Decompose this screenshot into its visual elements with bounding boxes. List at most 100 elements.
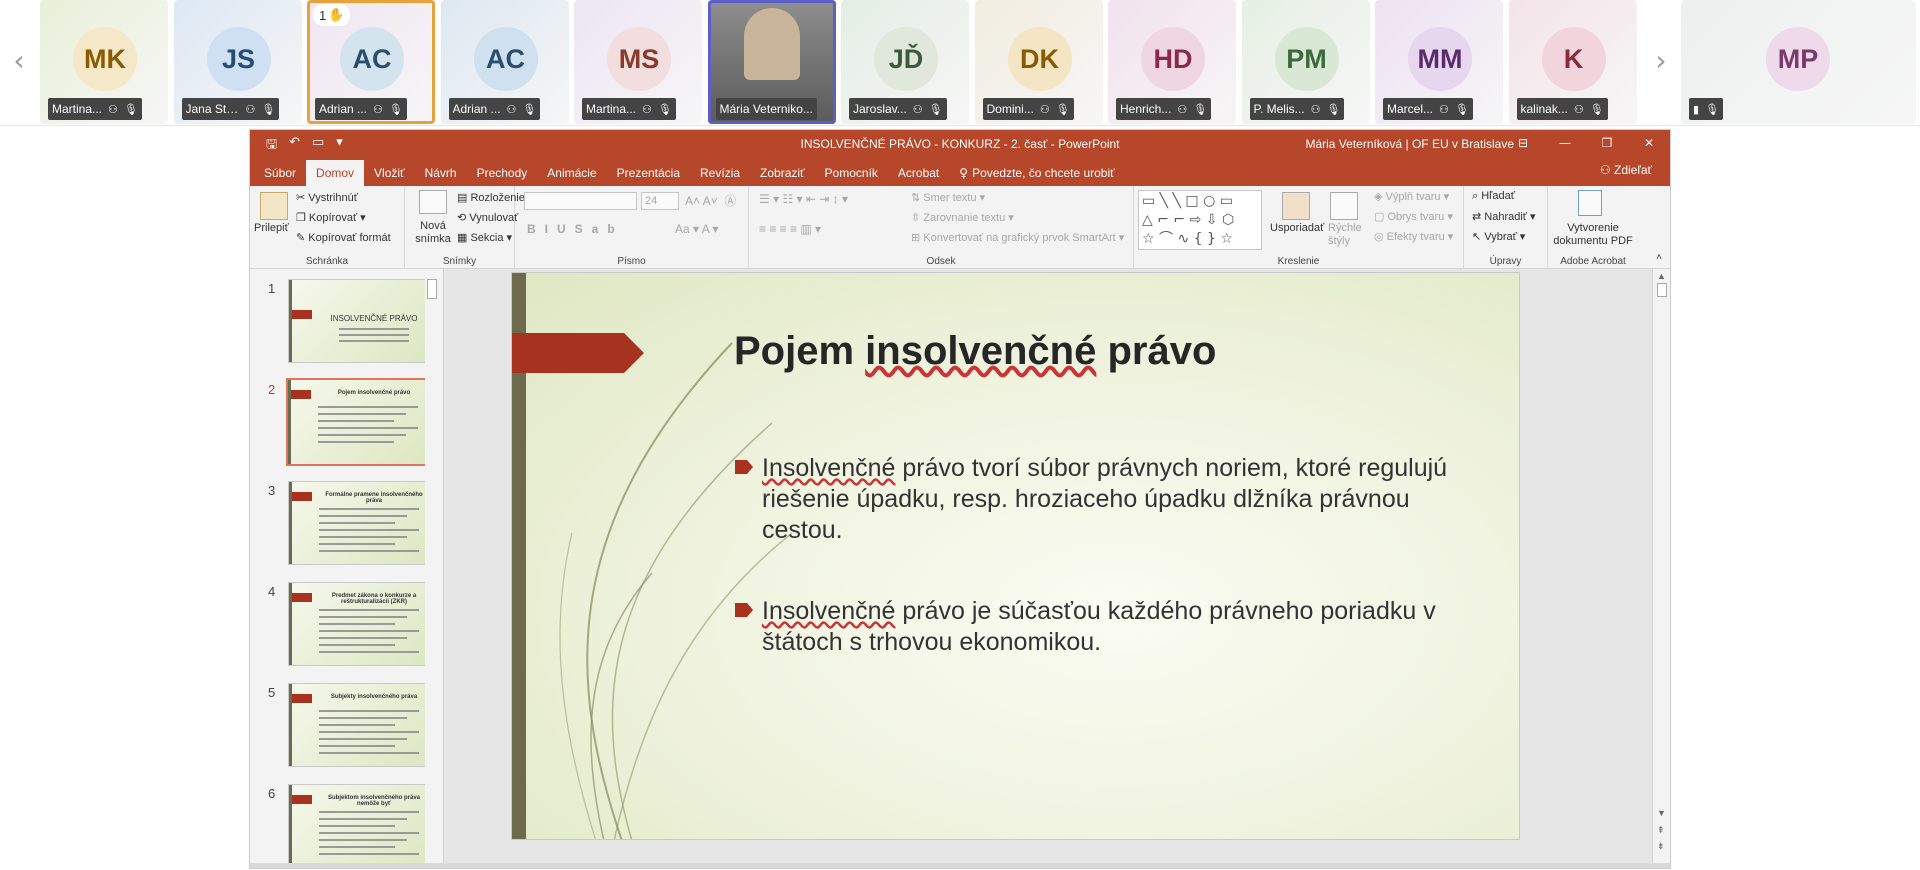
- participant-tile[interactable]: MS Martina... ⚇ 🎙: [574, 0, 702, 124]
- slide-scrollbar[interactable]: ▲ ▼ ⇞ ⇟: [1652, 269, 1670, 868]
- font-style-buttons[interactable]: BIUSab: [527, 222, 624, 236]
- slide-thumbnail[interactable]: Subjektom insolvenčného práva nemôže byť: [288, 784, 436, 868]
- find-button[interactable]: ⌕ Hľadať: [1472, 190, 1515, 203]
- font-color-buttons[interactable]: Aa ▾ A ▾: [675, 222, 718, 236]
- participant-tile[interactable]: Mária Veterniko...: [707, 0, 836, 124]
- scroll-down-icon[interactable]: ▼: [1657, 808, 1666, 818]
- participant-name: Jana Str...: [185, 102, 240, 116]
- collapse-ribbon-icon[interactable]: ˄: [1656, 252, 1662, 263]
- font-size-buttons[interactable]: A˄ A˅ Ⓐ: [685, 192, 736, 209]
- format-painter-button[interactable]: ✎ Kopírovať formát: [296, 231, 391, 244]
- shape-effects-button[interactable]: ◎ Efekty tvaru ▾: [1374, 230, 1453, 243]
- minimize-icon[interactable]: —: [1544, 130, 1586, 156]
- text-direction-button[interactable]: ⇅ Smer textu ▾: [911, 191, 985, 204]
- scroll-up-icon[interactable]: ▲: [1657, 271, 1666, 281]
- ribbon-display-options-icon[interactable]: ⊟: [1502, 130, 1544, 156]
- shape-outline-button[interactable]: ▢ Obrys tvaru ▾: [1374, 210, 1453, 223]
- slide-thumbnail-row[interactable]: 4 Predmet zákona o konkurze a reštruktura…: [250, 582, 436, 668]
- close-icon[interactable]: ✕: [1628, 130, 1670, 156]
- participant-tile[interactable]: HD Henrich... ⚇ 🎙: [1108, 0, 1236, 124]
- font-group-label: Písmo: [617, 256, 646, 267]
- participant-tile[interactable]: DK Domini... ⚇ 🎙: [974, 0, 1103, 124]
- shapes-gallery[interactable]: ▭ ╲ ╲ □ ○ ▭ △ ⌐ ⌐ ⇨ ⇩ ⬡ ☆ ⌒ ∿ { } ☆: [1138, 190, 1262, 250]
- create-pdf-button[interactable]: Vytvorenie dokumentu PDF: [1548, 222, 1638, 248]
- tab-8[interactable]: Zobraziť: [750, 160, 815, 186]
- pdf-icon[interactable]: [1578, 190, 1602, 216]
- tab-6[interactable]: Prezentácia: [607, 160, 690, 186]
- powerpoint-window: 🖫 ↶ ▭ ▾ INSOLVENČNÉ PRÁVO - KONKURZ - 2.…: [249, 129, 1671, 869]
- participant-tile[interactable]: AC 1 ✋ Adrian ... ⚇ 🎙: [307, 0, 435, 124]
- section-button[interactable]: ▦ Sekcia ▾: [457, 231, 512, 244]
- slide-thumbnail-row[interactable]: 3 Formálne pramene insolvenčného práva: [250, 481, 436, 567]
- participant-tile[interactable]: MM Marcel... ⚇ 🎙: [1375, 0, 1503, 124]
- share-button[interactable]: ⚇ Zdieľať: [1600, 163, 1652, 177]
- participant-tile[interactable]: Kkalinak... ⚇ 🎙: [1508, 0, 1637, 124]
- replace-button[interactable]: ⇄ Nahradiť ▾: [1472, 210, 1536, 223]
- participant-tile[interactable]: MK Martina... ⚇ 🎙: [40, 0, 168, 124]
- tab-4[interactable]: Prechody: [467, 160, 538, 186]
- reset-button[interactable]: ⟲ Vynulovať: [457, 211, 518, 224]
- slide-bullet-2[interactable]: Insolvenčné právo je súčasťou každého pr…: [735, 596, 1455, 658]
- thumbnail-scrollbar[interactable]: [425, 269, 439, 868]
- tab-5[interactable]: Animácie: [537, 160, 606, 186]
- select-button[interactable]: ↖ Vybrať ▾: [1472, 230, 1525, 243]
- tab-2[interactable]: Vložiť: [364, 160, 415, 186]
- thumbnail-scroll-thumb[interactable]: [427, 279, 437, 299]
- previous-slide-icon[interactable]: ⇞: [1657, 825, 1665, 836]
- tab-9[interactable]: Pomocník: [815, 160, 888, 186]
- slide-title-arrow-shape: [512, 333, 644, 373]
- paste-button[interactable]: Prilepiť: [254, 222, 289, 234]
- thumbnail-text-line: [319, 508, 419, 510]
- list-buttons[interactable]: ☰ ▾ ☷ ▾ ⇤ ⇥ ↕ ▾: [759, 192, 848, 206]
- title-bar: 🖫 ↶ ▭ ▾ INSOLVENČNÉ PRÁVO - KONKURZ - 2.…: [250, 130, 1670, 156]
- next-slide-icon[interactable]: ⇟: [1657, 841, 1665, 852]
- slide-thumbnail[interactable]: Pojem insolvenčné právo: [286, 378, 438, 466]
- participant-tile[interactable]: MP ▮ 🎙: [1681, 0, 1916, 124]
- font-group: 24 A˄ A˅ Ⓐ BIUSab Aa ▾ A ▾ Písmo: [515, 186, 749, 269]
- mic-muted-icon: 🎙: [1454, 102, 1469, 116]
- font-size-field[interactable]: 24: [641, 192, 679, 210]
- slide-thumbnail[interactable]: INSOLVENČNÉ PRÁVO: [288, 279, 436, 363]
- participant-tile[interactable]: AC Adrian ... ⚇ 🎙: [440, 0, 569, 124]
- slide-thumbnail-row[interactable]: 5 Subjekty insolvenčného práva: [250, 683, 436, 769]
- slide-thumbnail[interactable]: Formálne pramene insolvenčného práva: [288, 481, 436, 565]
- tell-me-search[interactable]: ♀ Povedzte, čo chcete urobiť: [949, 160, 1124, 186]
- arrange-button[interactable]: Usporiadať: [1270, 222, 1324, 234]
- signed-in-user[interactable]: Mária Veterníková | OF EU v Bratislave: [1305, 137, 1514, 151]
- slide-thumbnail-row[interactable]: 1 INSOLVENČNÉ PRÁVO: [250, 279, 436, 365]
- current-slide[interactable]: Pojem insolvenčné právo Insolvenčné práv…: [511, 272, 1520, 840]
- align-text-button[interactable]: ⇳ Zarovnanie textu ▾: [911, 211, 1014, 224]
- tab-0[interactable]: Súbor: [254, 160, 306, 186]
- participant-tile[interactable]: JS Jana Str... ⚇ 🎙: [173, 0, 302, 124]
- tab-7[interactable]: Revízia: [690, 160, 750, 186]
- slide-bullet-1[interactable]: Insolvenčné právo tvorí súbor právnych n…: [735, 453, 1455, 546]
- slide-scroll-thumb[interactable]: [1657, 283, 1667, 297]
- slide-thumbnail[interactable]: Predmet zákona o konkurze a reštruktural…: [288, 582, 436, 666]
- next-participants-arrow-icon[interactable]: ›: [1646, 40, 1676, 80]
- prev-participants-arrow-icon[interactable]: ‹: [4, 40, 34, 80]
- tab-10[interactable]: Acrobat: [888, 160, 949, 186]
- slide-thumbnail-row[interactable]: 2 Pojem insolvenčné právo: [250, 378, 438, 466]
- copy-button[interactable]: ❐ Kopírovať ▾: [296, 211, 366, 224]
- cut-button[interactable]: ✂ Vystrihnúť: [296, 191, 358, 204]
- participant-tile[interactable]: JĎ Jaroslav... ⚇ 🎙: [841, 0, 969, 124]
- font-name-field[interactable]: [524, 192, 637, 210]
- shape-fill-button[interactable]: ◈ Výplň tvaru ▾: [1374, 190, 1449, 203]
- tab-3[interactable]: Návrh: [415, 160, 467, 186]
- alignment-buttons[interactable]: ≡ ≡ ≡ ≡ ▥ ▾: [759, 222, 821, 236]
- quick-styles-button[interactable]: Rýchle štýly: [1328, 222, 1364, 248]
- slide-thumbnail-row[interactable]: 6 Subjektom insolvenčného práva nemôže by…: [250, 784, 436, 870]
- quick-styles-icon[interactable]: [1330, 192, 1358, 220]
- replace-icon: ⇄: [1472, 211, 1485, 223]
- restore-icon[interactable]: ❐: [1586, 130, 1628, 156]
- smartart-button[interactable]: ⊞ Konvertovať na grafický prvok SmartArt…: [911, 231, 1124, 244]
- tab-1[interactable]: Domov: [306, 160, 365, 186]
- new-slide-icon[interactable]: [419, 190, 447, 214]
- slide-thumbnail[interactable]: Subjekty insolvenčného práva: [288, 683, 436, 767]
- slide-title[interactable]: Pojem insolvenčné právo: [734, 329, 1216, 374]
- new-slide-button[interactable]: Nová snímka: [413, 220, 453, 246]
- paste-icon[interactable]: [260, 192, 288, 220]
- arrange-icon[interactable]: [1282, 192, 1310, 220]
- format-painter-label: Kopírovať formát: [308, 232, 391, 244]
- participant-tile[interactable]: PM P. Melis... ⚇ 🎙: [1241, 0, 1370, 124]
